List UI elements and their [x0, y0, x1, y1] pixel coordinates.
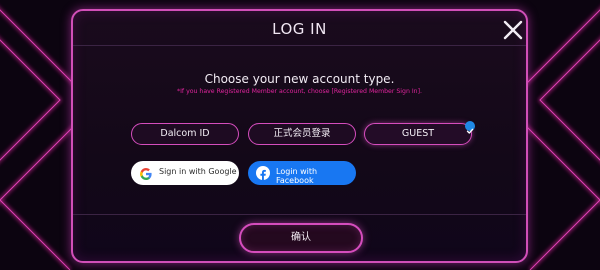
facebook-login-button[interactable]: Login with Facebook	[248, 161, 356, 185]
facebook-login-label: Login with Facebook	[276, 167, 318, 185]
facebook-icon	[256, 166, 270, 181]
account-type-dalcom-id[interactable]: Dalcom ID	[131, 123, 239, 145]
login-dialog: LOG IN Choose your new account type. *If…	[71, 9, 528, 263]
google-icon	[139, 166, 153, 185]
google-sign-in-label: Sign in with Google	[159, 167, 237, 176]
account-type-registered-member[interactable]: 正式会员登录	[248, 123, 356, 145]
confirm-button[interactable]: 确认	[239, 223, 363, 253]
prompt-heading: Choose your new account type.	[204, 72, 395, 86]
footer-divider	[73, 214, 526, 215]
prompt-note: *If you have Registered Member account, …	[177, 88, 422, 95]
dialog-header: LOG IN	[73, 11, 526, 46]
check-icon	[465, 121, 475, 134]
google-sign-in-button[interactable]: Sign in with Google	[131, 161, 239, 185]
dialog-title: LOG IN	[272, 20, 327, 38]
close-icon[interactable]	[501, 18, 525, 42]
account-type-guest[interactable]: GUEST	[364, 123, 472, 145]
